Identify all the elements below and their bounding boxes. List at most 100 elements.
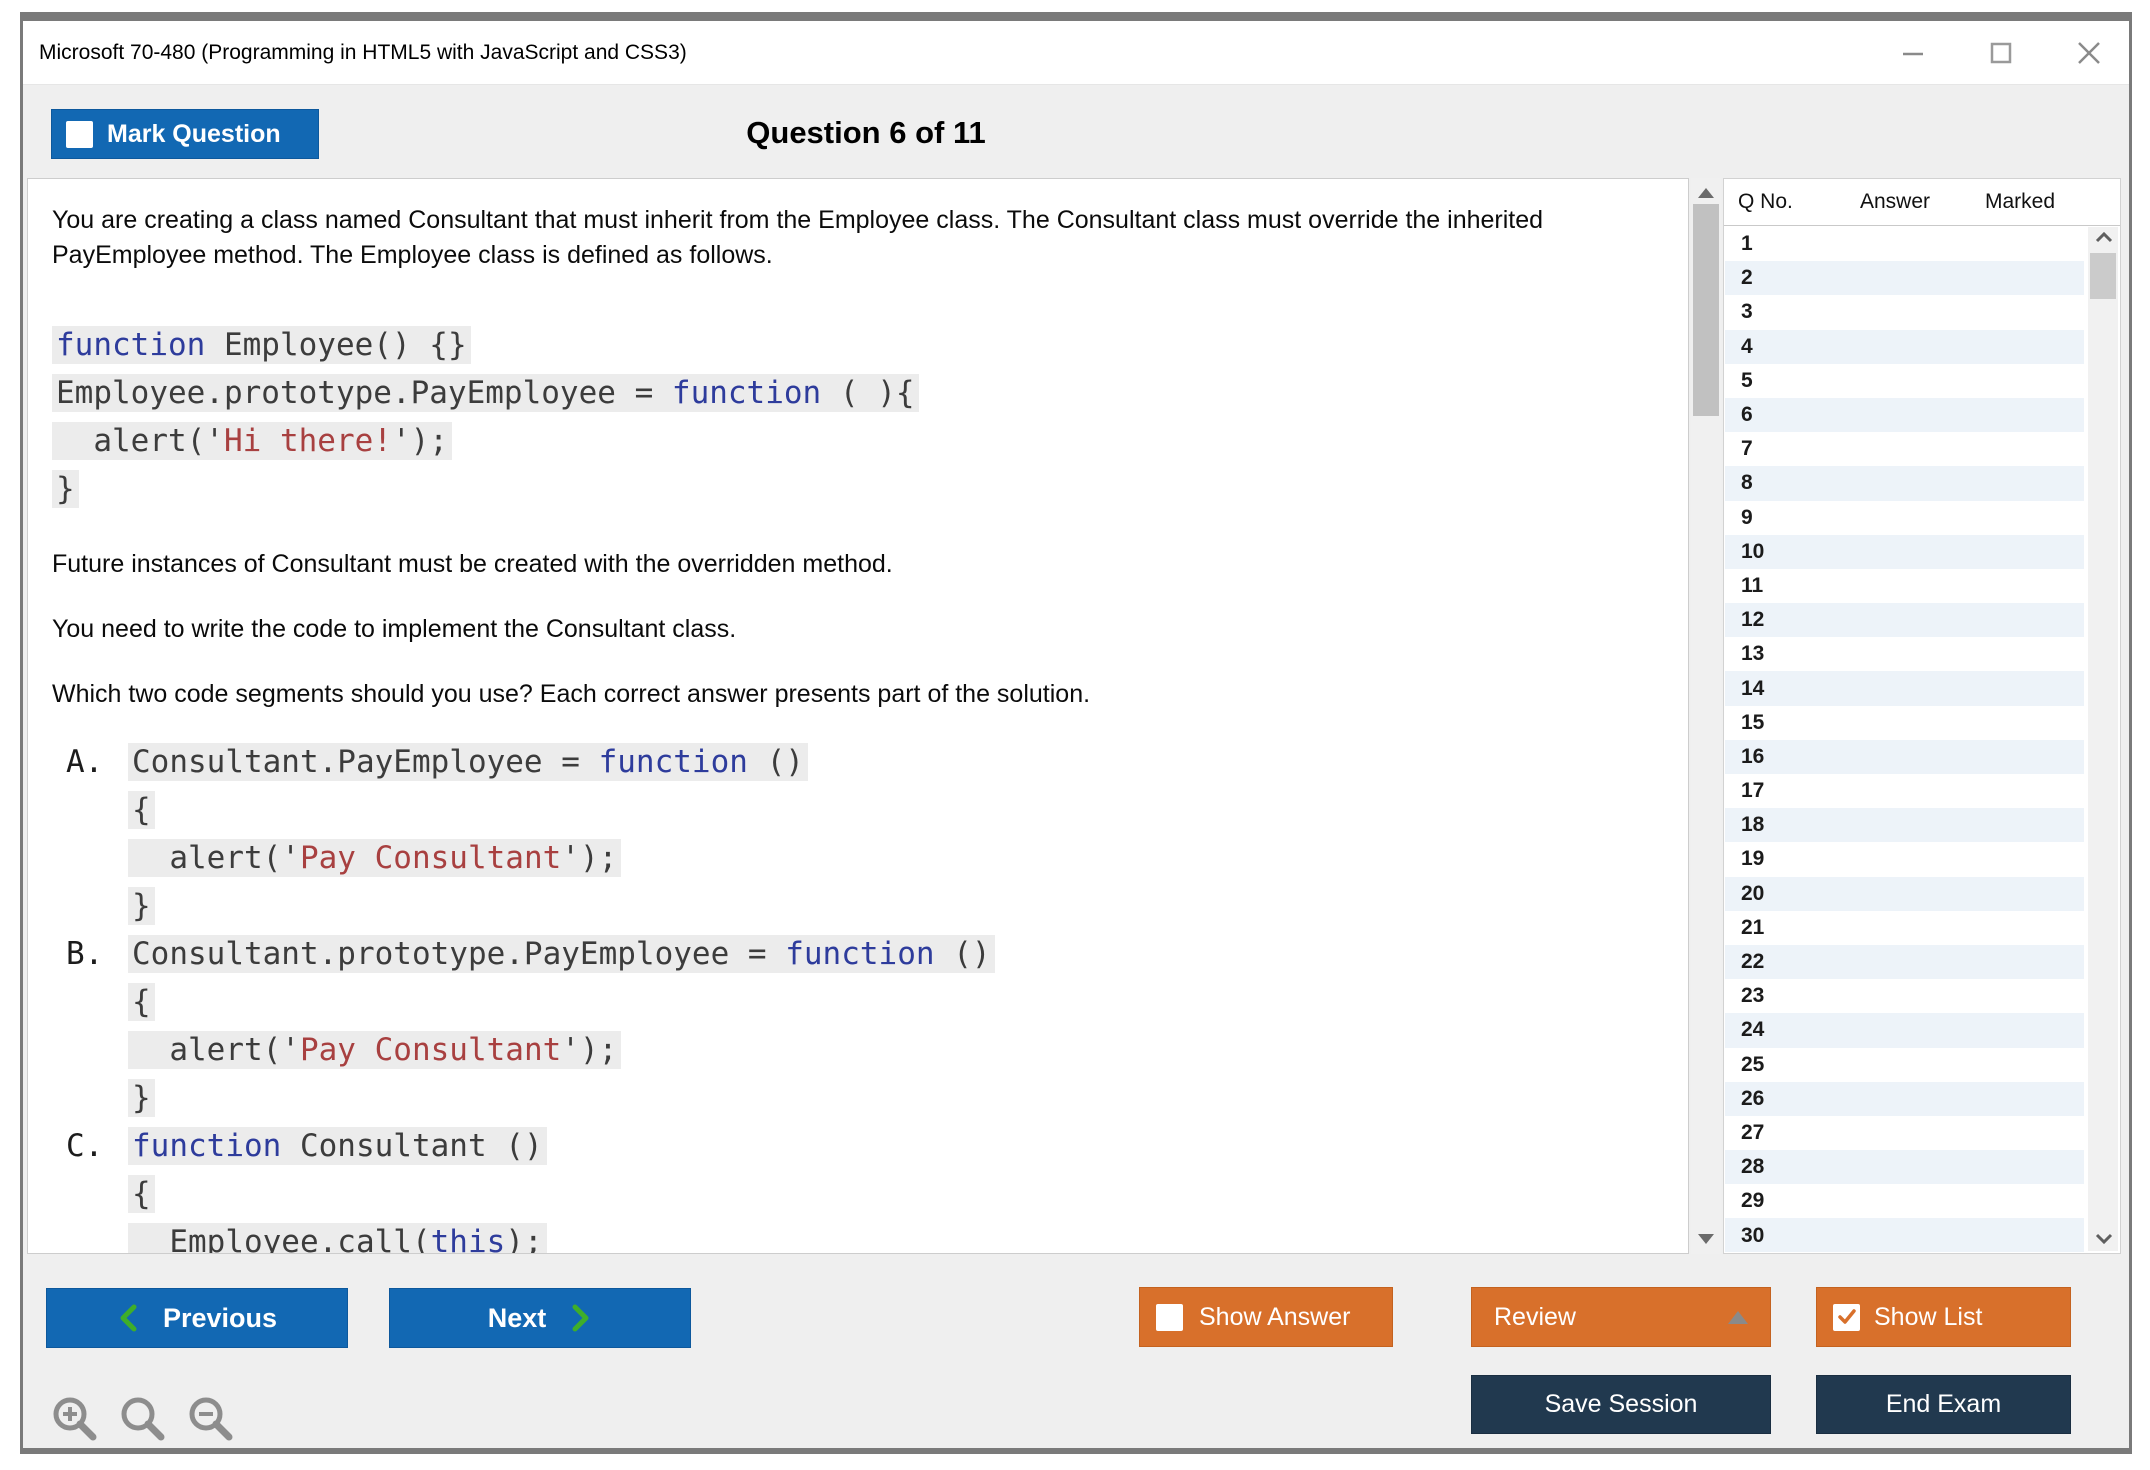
question-list-row[interactable]: 5: [1725, 364, 2084, 398]
code-line: alert('Hi there!');: [52, 417, 1668, 465]
row-question-number: 17: [1741, 779, 1765, 803]
question-paragraph-need: You need to write the code to implement …: [52, 615, 737, 643]
answer-option[interactable]: B. Consultant.prototype.PayEmployee = fun…: [66, 930, 1668, 1122]
next-button[interactable]: Next: [389, 1288, 691, 1348]
row-question-number: 14: [1741, 676, 1765, 700]
question-list-row[interactable]: 22: [1725, 944, 2084, 980]
employee-code-block: function Employee() {} Employee.prototype…: [52, 321, 1668, 513]
chevron-left-icon: [120, 1304, 137, 1332]
code-line: Employee.prototype.PayEmployee = functio…: [52, 369, 1668, 417]
question-list-row[interactable]: 9: [1725, 501, 2084, 535]
minimize-button[interactable]: [1897, 37, 1929, 69]
close-button[interactable]: [2073, 37, 2105, 69]
question-list-row[interactable]: 28: [1725, 1150, 2084, 1185]
next-label: Next: [487, 1302, 547, 1333]
content-scrollbar[interactable]: [1691, 178, 1721, 1254]
maximize-icon: [1990, 42, 2012, 64]
question-list-row[interactable]: 17: [1725, 774, 2084, 808]
code-line: }: [128, 1074, 995, 1122]
option-label: B.: [66, 936, 104, 972]
question-paragraph-future: Future instances of Consultant must be c…: [52, 550, 893, 578]
window-title: Microsoft 70-480 (Programming in HTML5 w…: [39, 41, 687, 64]
question-list-row[interactable]: 3: [1725, 295, 2084, 329]
question-list-row[interactable]: 13: [1725, 637, 2084, 671]
save-session-button[interactable]: Save Session: [1471, 1375, 1771, 1434]
question-list-row[interactable]: 19: [1725, 842, 2084, 876]
question-list-row[interactable]: 12: [1725, 603, 2084, 638]
code-line: alert('Pay Consultant');: [128, 834, 808, 882]
question-list-row[interactable]: 27: [1725, 1116, 2084, 1150]
review-label: Review: [1494, 1302, 1576, 1331]
magnifier-icon[interactable]: [117, 1393, 169, 1445]
zoom-in-icon[interactable]: [49, 1393, 101, 1445]
question-list-row[interactable]: 14: [1725, 671, 2084, 706]
scroll-down-arrow-icon[interactable]: [1698, 1234, 1714, 1244]
question-list-row[interactable]: 7: [1725, 432, 2084, 466]
checkmark-icon: [1837, 1309, 1856, 1324]
question-list-row[interactable]: 26: [1725, 1081, 2084, 1116]
question-list-row[interactable]: 18: [1725, 808, 2084, 843]
question-list-row[interactable]: 6: [1725, 397, 2084, 433]
title-bar: Microsoft 70-480 (Programming in HTML5 w…: [23, 21, 2129, 85]
show-list-label: Show List: [1874, 1302, 1983, 1331]
review-button[interactable]: Review: [1471, 1287, 1771, 1347]
question-list-row[interactable]: 11: [1725, 569, 2084, 603]
question-list-row[interactable]: 15: [1725, 706, 2084, 740]
question-list-scrollbar-thumb[interactable]: [2090, 253, 2116, 299]
row-question-number: 7: [1741, 437, 1753, 461]
question-list-row[interactable]: 8: [1725, 466, 2084, 501]
row-question-number: 20: [1741, 881, 1765, 905]
answer-option[interactable]: C. function Consultant (){ Employee.call(…: [66, 1122, 1668, 1253]
question-list-row[interactable]: 10: [1725, 534, 2084, 569]
content-scrollbar-thumb[interactable]: [1693, 204, 1719, 416]
show-list-checkbox[interactable]: [1833, 1303, 1860, 1331]
row-question-number: 3: [1741, 300, 1753, 324]
row-question-number: 4: [1741, 334, 1753, 358]
scroll-up-arrow-icon[interactable]: [1698, 188, 1714, 198]
row-question-number: 15: [1741, 710, 1765, 734]
previous-button[interactable]: Previous: [46, 1288, 348, 1348]
option-label: A.: [66, 744, 104, 780]
question-list-row[interactable]: 1: [1725, 227, 2084, 261]
zoom-out-icon[interactable]: [185, 1393, 237, 1445]
column-header-marked: Marked: [1984, 190, 2056, 213]
zoom-toolbar: [49, 1393, 237, 1445]
question-list-header: Q No. Answer Marked: [1724, 179, 2120, 226]
show-answer-label: Show Answer: [1199, 1302, 1351, 1331]
row-question-number: 8: [1741, 471, 1753, 495]
code-line: {: [128, 1170, 547, 1218]
option-code: Consultant.PayEmployee = function (){ al…: [128, 738, 808, 930]
end-exam-button[interactable]: End Exam: [1816, 1375, 2071, 1434]
end-exam-label: End Exam: [1885, 1390, 2002, 1418]
list-scroll-down-icon[interactable]: [2095, 1231, 2113, 1247]
question-list-row[interactable]: 25: [1725, 1048, 2084, 1082]
question-list-row[interactable]: 23: [1725, 979, 2084, 1013]
show-list-button[interactable]: Show List: [1816, 1287, 2071, 1347]
maximize-button[interactable]: [1985, 37, 2017, 69]
question-list-row[interactable]: 30: [1725, 1218, 2084, 1252]
question-list-row[interactable]: 24: [1725, 1013, 2084, 1048]
question-list-row[interactable]: 21: [1725, 911, 2084, 945]
question-list-row[interactable]: 16: [1725, 739, 2084, 774]
question-list-rows: 1 2 3 4 5 6 7 8 9 10 11 12 13 14 15 16 17 18 19 20 21 22 23 24 2…: [1725, 227, 2084, 1252]
question-list-row[interactable]: 29: [1725, 1184, 2084, 1218]
answer-option[interactable]: A. Consultant.PayEmployee = function (){ …: [66, 738, 1668, 930]
code-line: Consultant.prototype.PayEmployee = funct…: [128, 930, 995, 978]
row-question-number: 18: [1741, 813, 1765, 837]
row-question-number: 9: [1741, 505, 1753, 529]
show-answer-checkbox[interactable]: [1156, 1303, 1183, 1331]
question-list-row[interactable]: 20: [1725, 876, 2084, 911]
row-question-number: 30: [1741, 1223, 1765, 1247]
row-question-number: 2: [1741, 266, 1753, 290]
row-question-number: 16: [1741, 744, 1765, 768]
code-line: }: [52, 465, 1668, 513]
question-counter: Question 6 of 11: [746, 115, 986, 150]
question-list-scrollbar[interactable]: [2088, 227, 2118, 1251]
show-answer-button[interactable]: Show Answer: [1139, 1287, 1393, 1347]
code-line: function Consultant (): [128, 1122, 547, 1170]
row-question-number: 29: [1741, 1189, 1765, 1213]
row-question-number: 26: [1741, 1086, 1765, 1110]
list-scroll-up-icon[interactable]: [2095, 231, 2113, 247]
question-list-row[interactable]: 2: [1725, 261, 2084, 296]
question-list-row[interactable]: 4: [1725, 329, 2084, 364]
